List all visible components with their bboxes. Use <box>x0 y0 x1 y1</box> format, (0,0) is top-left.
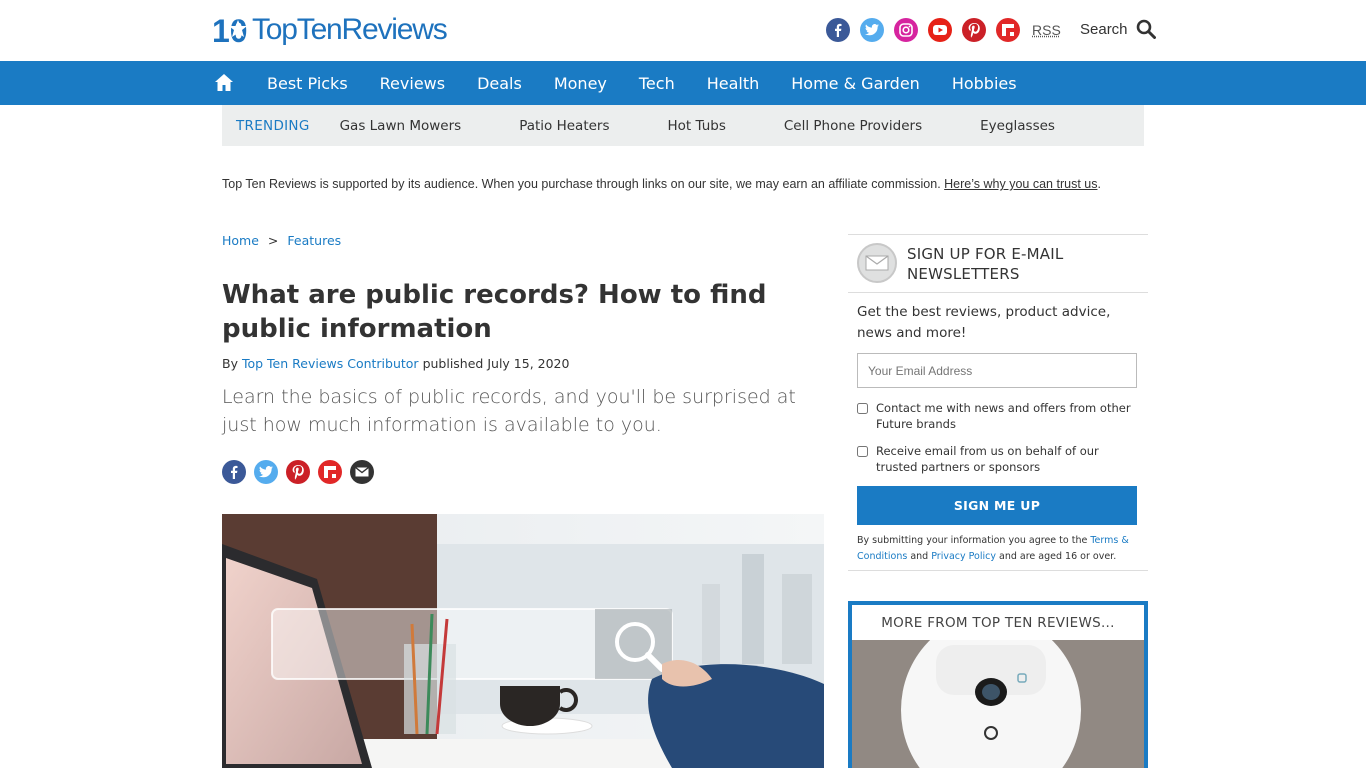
breadcrumb-features[interactable]: Features <box>287 233 341 248</box>
more-from-title: MORE FROM TOP TEN REVIEWS... <box>881 614 1115 631</box>
trending-item[interactable]: Eyeglasses <box>980 118 1055 134</box>
affiliate-end: . <box>1097 177 1101 191</box>
nav-item-hobbies[interactable]: Hobbies <box>936 74 1033 93</box>
breadcrumb-home[interactable]: Home <box>222 233 259 248</box>
article-byline: By Top Ten Reviews Contributor published… <box>222 356 569 371</box>
email-input[interactable] <box>857 353 1137 388</box>
share-buttons <box>222 460 382 484</box>
envelope-icon <box>857 243 897 283</box>
social-links: RSS <box>826 18 1061 42</box>
fine-print-and: and <box>910 551 929 562</box>
logo-text: TopTenReviews <box>252 13 448 46</box>
byline-by: By <box>222 356 238 371</box>
nav-menu: Best Picks Reviews Deals Money Tech Heal… <box>251 61 1033 105</box>
newsletter-check-partners[interactable]: Receive email from us on behalf of our t… <box>857 443 1142 475</box>
nav-item-home-garden[interactable]: Home & Garden <box>775 74 936 93</box>
trending-item[interactable]: Patio Heaters <box>519 118 609 134</box>
nav-item-deals[interactable]: Deals <box>461 74 538 93</box>
published-date: published July 15, 2020 <box>422 356 570 371</box>
newsletter-fine-print: By submitting your information you agree… <box>857 533 1142 565</box>
nav-item-best-picks[interactable]: Best Picks <box>251 74 364 93</box>
breadcrumb-separator: > <box>267 233 279 248</box>
newsletter-title: SIGN UP FOR E-MAIL NEWSLETTERS <box>907 245 1064 283</box>
newsletter-check-future[interactable]: Contact me with news and offers from oth… <box>857 400 1142 432</box>
trending-item[interactable]: Cell Phone Providers <box>784 118 922 134</box>
robot-vacuum-image[interactable] <box>852 615 1144 768</box>
fine-print-text: By submitting your information you agree… <box>857 535 1088 546</box>
trending-bar: TRENDING Gas Lawn Mowers Patio Heaters H… <box>222 105 1144 146</box>
partners-label: Receive email from us on behalf of our t… <box>876 444 1099 474</box>
search-icon <box>1136 19 1156 39</box>
logo-number: 10 <box>212 14 248 46</box>
newsletter-header: SIGN UP FOR E-MAIL NEWSLETTERS <box>848 235 1148 293</box>
sign-me-up-button[interactable]: SIGN ME UP <box>857 486 1137 525</box>
trending-label: TRENDING <box>236 117 310 134</box>
more-from-widget: MORE FROM TOP TEN REVIEWS... <box>848 601 1148 768</box>
home-icon[interactable] <box>214 73 234 96</box>
future-brands-checkbox[interactable] <box>857 403 868 414</box>
affiliate-text: Top Ten Reviews is supported by its audi… <box>222 177 941 191</box>
pinterest-icon[interactable] <box>962 18 986 42</box>
rss-link[interactable]: RSS <box>1032 22 1061 38</box>
article-title: What are public records? How to find pub… <box>222 280 767 344</box>
site-logo[interactable]: 10 TopTenReviews <box>212 12 448 49</box>
nav-item-reviews[interactable]: Reviews <box>364 74 461 93</box>
trust-link[interactable]: Here’s why you can trust us <box>944 177 1097 191</box>
trending-item[interactable]: Hot Tubs <box>668 118 726 134</box>
nav-item-tech[interactable]: Tech <box>623 74 691 93</box>
affiliate-disclosure: Top Ten Reviews is supported by its audi… <box>222 177 1101 191</box>
search-label: Search <box>1080 20 1128 38</box>
facebook-icon[interactable] <box>826 18 850 42</box>
partners-checkbox[interactable] <box>857 446 868 457</box>
header-search[interactable]: Search <box>1080 19 1156 39</box>
hero-image <box>222 514 824 768</box>
logo-badge: 10 <box>212 13 252 49</box>
breadcrumb: Home > Features <box>222 233 341 248</box>
main-nav: Best Picks Reviews Deals Money Tech Heal… <box>0 61 1366 105</box>
share-flipboard-icon[interactable] <box>318 460 342 484</box>
privacy-link[interactable]: Privacy Policy <box>931 551 996 562</box>
newsletter-signup: SIGN UP FOR E-MAIL NEWSLETTERS Get the b… <box>848 234 1148 571</box>
future-brands-label: Contact me with news and offers from oth… <box>876 401 1131 431</box>
nav-item-money[interactable]: Money <box>538 74 623 93</box>
fine-print-end: and are aged 16 or over. <box>999 551 1117 562</box>
share-pinterest-icon[interactable] <box>286 460 310 484</box>
flipboard-icon[interactable] <box>996 18 1020 42</box>
share-twitter-icon[interactable] <box>254 460 278 484</box>
author-link[interactable]: Top Ten Reviews Contributor <box>242 356 419 371</box>
share-email-icon[interactable] <box>350 460 374 484</box>
youtube-icon[interactable] <box>928 18 952 42</box>
trending-item[interactable]: Gas Lawn Mowers <box>340 118 462 134</box>
site-header: 10 TopTenReviews RSS Search <box>0 0 1366 61</box>
newsletter-description: Get the best reviews, product advice, ne… <box>857 304 1111 341</box>
nav-item-health[interactable]: Health <box>691 74 776 93</box>
instagram-icon[interactable] <box>894 18 918 42</box>
article-strapline: Learn the basics of public records, and … <box>222 386 796 436</box>
twitter-icon[interactable] <box>860 18 884 42</box>
share-facebook-icon[interactable] <box>222 460 246 484</box>
